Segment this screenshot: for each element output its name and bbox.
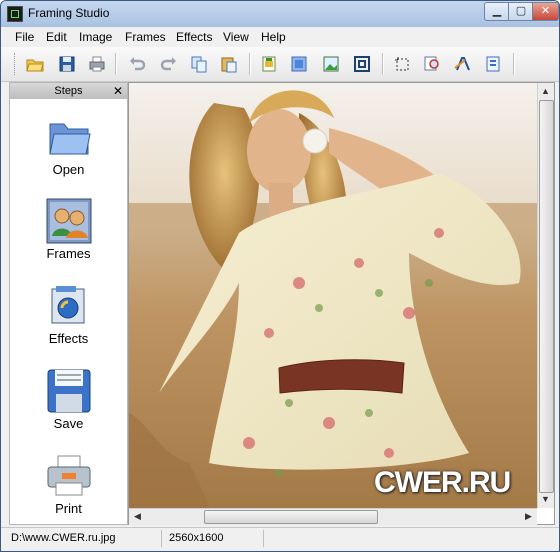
menu-effects[interactable]: Effects xyxy=(176,30,212,44)
step-open-label: Open xyxy=(52,162,85,177)
toolbar-separator xyxy=(513,53,515,75)
save-icon[interactable] xyxy=(57,54,77,74)
step-save-label: Save xyxy=(53,416,84,431)
step-frames-label: Frames xyxy=(46,246,91,261)
effects-icon xyxy=(46,283,92,329)
steps-title: Steps xyxy=(54,85,83,97)
step-print[interactable]: Print xyxy=(10,453,127,519)
print-icon[interactable] xyxy=(87,54,107,74)
scroll-down-icon[interactable]: ▼ xyxy=(538,492,553,507)
zoom-icon[interactable] xyxy=(422,54,442,74)
step-frames[interactable]: Frames xyxy=(10,198,127,264)
photo-canvas[interactable]: CWER.RU xyxy=(129,83,537,508)
step-save[interactable]: Save xyxy=(10,368,127,434)
info-icon[interactable] xyxy=(483,54,503,74)
toolbar-separator xyxy=(249,53,251,75)
watermark-text: CWER.RU xyxy=(374,466,511,499)
horizontal-scrollbar[interactable]: ◀ ▶ xyxy=(129,508,537,525)
crop-icon[interactable] xyxy=(259,54,279,74)
border-icon[interactable] xyxy=(352,54,372,74)
status-image-size: 2560x1600 xyxy=(169,532,224,544)
frames-icon xyxy=(46,198,92,244)
copy-icon[interactable] xyxy=(189,54,209,74)
step-open[interactable]: Open xyxy=(10,114,127,180)
scroll-left-icon[interactable]: ◀ xyxy=(130,509,145,524)
maximize-button[interactable]: ▢ xyxy=(508,2,534,21)
menu-image[interactable]: Image xyxy=(79,30,112,44)
status-divider xyxy=(161,530,162,547)
title-bar: Framing Studio ▁ ▢ ✕ xyxy=(1,1,559,27)
status-file-path: D:\www.CWER.ru.jpg xyxy=(11,532,116,544)
menu-bar: File Edit Image Frames Effects View Help xyxy=(1,27,559,47)
menu-help[interactable]: Help xyxy=(261,30,286,44)
vertical-scrollbar[interactable]: ▲ ▼ xyxy=(537,83,554,508)
menu-view[interactable]: View xyxy=(223,30,249,44)
steps-close-button[interactable]: ✕ xyxy=(113,83,123,99)
redo-icon[interactable] xyxy=(159,54,179,74)
step-effects-label: Effects xyxy=(48,331,89,346)
status-divider xyxy=(263,530,264,547)
open-icon[interactable] xyxy=(25,54,45,74)
step-print-label: Print xyxy=(55,501,82,516)
step-effects[interactable]: Effects xyxy=(10,283,127,349)
folder-icon xyxy=(46,114,92,160)
select-icon[interactable] xyxy=(392,54,412,74)
image-icon[interactable] xyxy=(321,54,341,74)
window-title: Framing Studio xyxy=(28,6,110,20)
app-icon xyxy=(7,6,23,22)
status-bar: D:\www.CWER.ru.jpg 2560x1600 xyxy=(1,527,559,550)
app-window: Framing Studio ▁ ▢ ✕ File Edit Image Fra… xyxy=(0,0,560,552)
undo-icon[interactable] xyxy=(127,54,147,74)
toolbar-separator xyxy=(115,53,117,75)
text-icon[interactable] xyxy=(453,54,473,74)
image-viewer: CWER.RU ▲ ▼ ◀ ▶ xyxy=(128,82,555,525)
paste-icon[interactable] xyxy=(219,54,239,74)
scroll-right-icon[interactable]: ▶ xyxy=(521,509,536,524)
menu-frames[interactable]: Frames xyxy=(125,30,166,44)
close-button[interactable]: ✕ xyxy=(532,2,559,21)
scroll-up-icon[interactable]: ▲ xyxy=(538,84,553,99)
menu-file[interactable]: File xyxy=(15,30,34,44)
floppy-icon xyxy=(46,368,92,414)
minimize-button[interactable]: ▁ xyxy=(484,2,510,21)
frame-icon[interactable] xyxy=(289,54,309,74)
toolbar-grip[interactable] xyxy=(14,53,18,75)
toolbar xyxy=(1,47,559,82)
toolbar-separator xyxy=(382,53,384,75)
horizontal-scroll-thumb[interactable] xyxy=(204,510,378,524)
steps-panel: Steps ✕ Open Frames Effects Save Print xyxy=(9,82,128,525)
photo-image xyxy=(129,83,537,508)
printer-icon xyxy=(46,453,92,499)
steps-header: Steps ✕ xyxy=(10,83,127,99)
menu-edit[interactable]: Edit xyxy=(46,30,67,44)
vertical-scroll-thumb[interactable] xyxy=(539,100,554,493)
